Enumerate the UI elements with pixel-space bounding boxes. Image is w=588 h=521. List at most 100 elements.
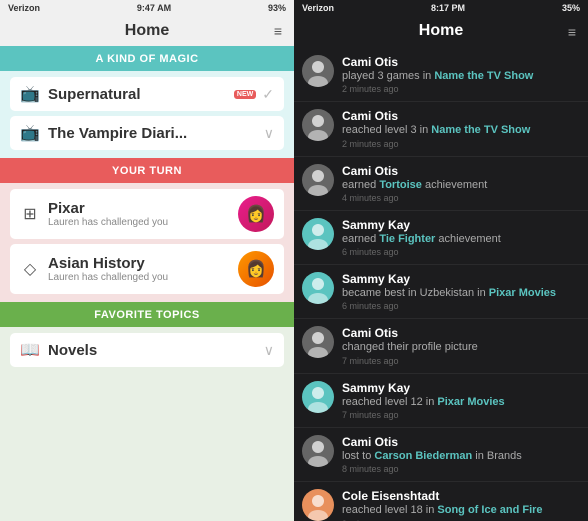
feed-highlight: Song of Ice and Fire (437, 504, 542, 516)
feed-list: Cami Otisplayed 3 games in Name the TV S… (294, 48, 588, 521)
feed-action-text: earned Tie Fighter achievement (342, 232, 580, 246)
supernatural-item[interactable]: 📺 Supernatural NEW ✓ (10, 77, 284, 111)
feed-item: Cami Otislost to Carson Biederman in Bra… (294, 428, 588, 482)
feed-avatar (302, 489, 334, 521)
feed-action-text: played 3 games in Name the TV Show (342, 69, 580, 83)
right-panel: Verizon 8:17 PM 35% Home ≡ Cami Otisplay… (294, 0, 588, 521)
tv-icon-1: 📺 (20, 84, 40, 104)
feed-user-name: Cami Otis (342, 164, 580, 178)
feed-time: 2 minutes ago (342, 84, 580, 94)
tv-icon-2: 📺 (20, 123, 40, 143)
feed-user-name: Cole Eisenshtadt (342, 489, 580, 503)
pixar-title: Pixar (48, 200, 168, 217)
feed-item: Sammy Kayearned Tie Fighter achievement6… (294, 211, 588, 265)
vampire-item[interactable]: 📺 The Vampire Diari... ∨ (10, 116, 284, 150)
left-status-bar: Verizon 9:47 AM 93% (0, 0, 294, 16)
favorites-items: 📖 Novels ∨ (0, 327, 294, 521)
feed-content: Cami Otisreached level 3 in Name the TV … (342, 109, 580, 148)
supernatural-title: Supernatural (48, 86, 141, 103)
feed-content: Sammy Kayearned Tie Fighter achievement6… (342, 218, 580, 257)
pixar-left: ⊞ Pixar Lauren has challenged you (20, 200, 168, 228)
feed-user-name: Sammy Kay (342, 272, 580, 286)
feed-user-name: Cami Otis (342, 109, 580, 123)
feed-avatar (302, 164, 334, 196)
feed-time: 8 minutes ago (342, 464, 580, 474)
new-badge: NEW (234, 90, 256, 99)
feed-highlight: Tortoise (379, 179, 422, 191)
feed-avatar (302, 218, 334, 250)
yourturn-items: ⊞ Pixar Lauren has challenged you 👩 ◇ As… (0, 183, 294, 302)
right-status-bar: Verizon 8:17 PM 35% (294, 0, 588, 16)
vampire-right: ∨ (264, 125, 274, 142)
chevron-novels: ∨ (264, 342, 274, 359)
feed-item: Cami Otischanged their profile picture7 … (294, 319, 588, 373)
film-icon: ⊞ (20, 204, 40, 224)
asian-history-text: Asian History Lauren has challenged you (48, 255, 168, 283)
asian-history-subtitle: Lauren has challenged you (48, 272, 168, 283)
feed-avatar (302, 326, 334, 358)
magic-section-header: A KIND OF MAGIC (0, 46, 294, 71)
feed-highlight: Name the TV Show (434, 70, 533, 82)
feed-avatar (302, 55, 334, 87)
feed-avatar (302, 381, 334, 413)
feed-user-name: Cami Otis (342, 326, 580, 340)
asian-history-avatar: 👩 (238, 251, 274, 287)
feed-action-text: reached level 18 in Song of Ice and Fire (342, 503, 580, 517)
left-panel: Verizon 9:47 AM 93% Home ≡ A KIND OF MAG… (0, 0, 294, 521)
right-time: 8:17 PM (431, 3, 465, 13)
feed-highlight: Tie Fighter (379, 233, 435, 245)
favorites-section: FAVORITE TOPICS (0, 302, 294, 327)
left-time: 9:47 AM (137, 3, 171, 13)
right-header: Home ≡ (294, 16, 588, 48)
pixar-subtitle: Lauren has challenged you (48, 217, 168, 228)
vampire-left: 📺 The Vampire Diari... (20, 123, 187, 143)
feed-user-name: Cami Otis (342, 435, 580, 449)
feed-time: 6 minutes ago (342, 301, 580, 311)
feed-content: Cami Otislost to Carson Biederman in Bra… (342, 435, 580, 474)
feed-content: Cami Otisplayed 3 games in Name the TV S… (342, 55, 580, 94)
feed-item: Cole Eisenshtadtreached level 18 in Song… (294, 482, 588, 521)
feed-time: 4 minutes ago (342, 193, 580, 203)
left-header: Home ≡ (0, 16, 294, 46)
favorites-header: FAVORITE TOPICS (0, 302, 294, 327)
supernatural-right: NEW ✓ (234, 86, 274, 103)
left-carrier: Verizon (8, 3, 40, 13)
feed-action-text: earned Tortoise achievement (342, 178, 580, 192)
left-title: Home (125, 22, 169, 39)
pixar-text: Pixar Lauren has challenged you (48, 200, 168, 228)
right-carrier: Verizon (302, 3, 334, 13)
feed-avatar (302, 109, 334, 141)
magic-section: A KIND OF MAGIC (0, 46, 294, 71)
asian-history-title: Asian History (48, 255, 168, 272)
feed-highlight: Pixar Movies (489, 287, 556, 299)
feed-highlight: Pixar Movies (437, 396, 504, 408)
asian-history-left: ◇ Asian History Lauren has challenged yo… (20, 255, 168, 283)
feed-avatar (302, 435, 334, 467)
novels-left: 📖 Novels (20, 340, 97, 360)
supernatural-left: 📺 Supernatural (20, 84, 141, 104)
pixar-avatar: 👩 (238, 196, 274, 232)
feed-content: Cami Otischanged their profile picture7 … (342, 326, 580, 365)
feed-content: Cami Otisearned Tortoise achievement4 mi… (342, 164, 580, 203)
feed-content: Cole Eisenshtadtreached level 18 in Song… (342, 489, 580, 521)
vampire-title: The Vampire Diari... (48, 125, 187, 142)
right-title: Home (419, 22, 463, 39)
feed-user-name: Sammy Kay (342, 381, 580, 395)
pixar-item[interactable]: ⊞ Pixar Lauren has challenged you 👩 (10, 189, 284, 239)
left-menu-icon[interactable]: ≡ (274, 23, 282, 39)
magic-items: 📺 Supernatural NEW ✓ 📺 The Vampire Diari… (0, 71, 294, 158)
feed-item: Sammy Kayreached level 12 in Pixar Movie… (294, 374, 588, 428)
feed-user-name: Cami Otis (342, 55, 580, 69)
feed-content: Sammy Kaybecame best in Uzbekistan in Pi… (342, 272, 580, 311)
yourturn-section: YOUR TURN (0, 158, 294, 183)
novels-item[interactable]: 📖 Novels ∨ (10, 333, 284, 367)
feed-item: Cami Otisreached level 3 in Name the TV … (294, 102, 588, 156)
feed-content: Sammy Kayreached level 12 in Pixar Movie… (342, 381, 580, 420)
feed-time: 2 minutes ago (342, 139, 580, 149)
right-battery: 35% (562, 3, 580, 13)
asian-history-item[interactable]: ◇ Asian History Lauren has challenged yo… (10, 244, 284, 294)
feed-highlight: Name the TV Show (431, 124, 530, 136)
feed-action-text: became best in Uzbekistan in Pixar Movie… (342, 286, 580, 300)
feed-action-text: reached level 12 in Pixar Movies (342, 395, 580, 409)
right-menu-icon[interactable]: ≡ (568, 24, 576, 40)
